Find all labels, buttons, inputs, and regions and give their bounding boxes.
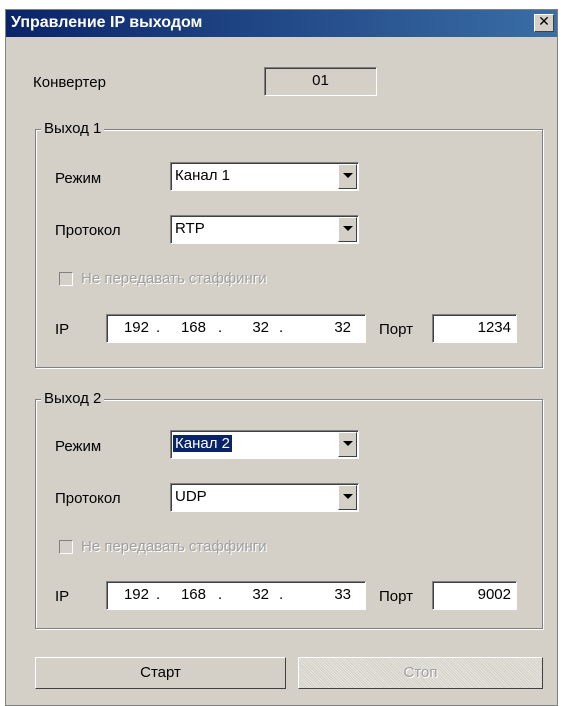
ip-octet: 32 xyxy=(334,319,351,336)
output-2-protocol-select[interactable]: UDP xyxy=(170,483,359,512)
start-button[interactable]: Старт xyxy=(35,657,286,689)
output-2-port-field[interactable]: 9002 xyxy=(432,581,517,610)
ip-octet: 32 xyxy=(252,319,269,336)
ip-octet: 192 xyxy=(123,586,149,603)
chevron-down-icon[interactable] xyxy=(338,164,357,189)
output-1-mode-value: Канал 1 xyxy=(175,167,230,184)
ip-dot: . xyxy=(218,319,223,336)
output-2-mode-value: Канал 2 xyxy=(173,435,232,452)
output-2-port-value: 9002 xyxy=(477,586,511,603)
close-icon: ✕ xyxy=(538,14,550,30)
output-1-protocol-label: Протокол xyxy=(55,222,121,239)
output-1-stuffing-checkbox[interactable] xyxy=(59,272,73,286)
ip-dot: . xyxy=(279,319,284,336)
output-2-mode-label: Режим xyxy=(55,438,102,455)
converter-value: 01 xyxy=(312,72,329,89)
chevron-down-icon[interactable] xyxy=(338,217,357,242)
converter-label: Конвертер xyxy=(33,74,106,91)
output-1-stuffing-label: Не передавать стаффинги xyxy=(81,270,267,287)
output-1-port-value: 1234 xyxy=(477,319,511,336)
output-2-legend: Выход 2 xyxy=(41,390,105,407)
stop-button[interactable]: Стоп xyxy=(298,657,543,689)
output-1-protocol-value: RTP xyxy=(175,220,205,237)
output-2-ip-label: IP xyxy=(55,588,70,605)
output-1-legend: Выход 1 xyxy=(41,120,105,137)
output-1-port-label: Порт xyxy=(379,321,414,338)
ip-dot: . xyxy=(279,586,284,603)
output-2-mode-select[interactable]: Канал 2 xyxy=(170,430,359,459)
output-2-stuffing-checkbox[interactable] xyxy=(59,540,73,554)
output-1-mode-select[interactable]: Канал 1 xyxy=(170,162,359,191)
converter-field: 01 xyxy=(264,67,377,96)
output-2-protocol-value: UDP xyxy=(175,488,207,505)
output-2-protocol-label: Протокол xyxy=(55,490,121,507)
close-button[interactable]: ✕ xyxy=(534,14,554,32)
output-1-protocol-select[interactable]: RTP xyxy=(170,215,359,244)
ip-octet: 33 xyxy=(334,586,351,603)
ip-octet: 192 xyxy=(123,319,149,336)
ip-dot: . xyxy=(156,319,161,336)
chevron-down-icon[interactable] xyxy=(338,485,357,510)
ip-dot: . xyxy=(218,586,223,603)
output-2-ip-field[interactable]: 192 . 168 . 32 . 33 xyxy=(106,581,366,610)
chevron-down-icon[interactable] xyxy=(338,432,357,457)
ip-octet: 168 xyxy=(180,319,206,336)
ip-octet: 168 xyxy=(180,586,206,603)
output-1-mode-label: Режим xyxy=(55,170,102,187)
output-1-port-field[interactable]: 1234 xyxy=(432,314,517,343)
output-1-ip-field[interactable]: 192 . 168 . 32 . 32 xyxy=(106,314,366,343)
ip-dot: . xyxy=(156,586,161,603)
ip-octet: 32 xyxy=(252,586,269,603)
output-2-stuffing-label: Не передавать стаффинги xyxy=(81,538,267,555)
title-bar[interactable]: Управление IP выходом ✕ xyxy=(6,10,557,37)
window-title: Управление IP выходом xyxy=(11,14,203,31)
output-2-port-label: Порт xyxy=(379,588,414,605)
output-1-ip-label: IP xyxy=(55,321,70,338)
dialog-window: Управление IP выходом ✕ Конвертер 01 Вых… xyxy=(5,9,558,706)
